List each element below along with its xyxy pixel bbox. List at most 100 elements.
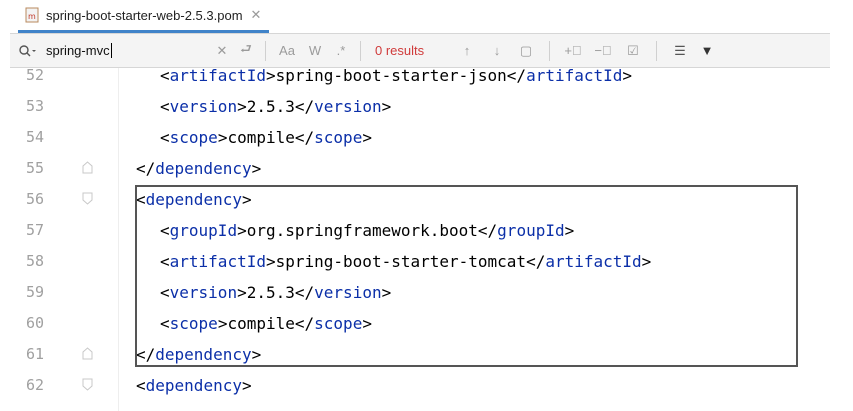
code-line[interactable]: 59 <version>2.5.3</version> (10, 277, 830, 308)
xml-text-value: spring-boot-starter-tomcat (275, 252, 527, 271)
regex-button[interactable]: .* (328, 43, 354, 58)
line-number: 58 (25, 252, 44, 270)
code-line[interactable]: 55 </dependency> (10, 153, 830, 184)
tag-bracket: > (237, 283, 247, 302)
line-number: 61 (25, 345, 44, 363)
xml-tag-name: artifactId (169, 68, 266, 85)
close-tab-icon[interactable]: ✕ (251, 8, 262, 23)
tag-bracket: > (564, 221, 575, 240)
tag-bracket: > (622, 68, 633, 85)
remove-occurrence-icon[interactable]: −⃓ (588, 43, 618, 58)
tag-bracket: </ (136, 345, 156, 364)
text-caret (110, 43, 112, 58)
tag-bracket: > (362, 128, 372, 147)
code-text: <dependency> (136, 184, 252, 215)
fold-marker-icon[interactable] (82, 347, 93, 360)
xml-tag-name: version (314, 283, 382, 302)
line-number: 55 (25, 159, 44, 177)
line-number: 53 (25, 97, 44, 115)
code-text: <dependency> (136, 370, 252, 401)
fold-marker-icon[interactable] (82, 161, 93, 174)
xml-tag-name: version (169, 97, 238, 116)
xml-tag-name: dependency (155, 159, 252, 178)
code-text: <version>2.5.3</version> (160, 91, 391, 122)
line-number: 59 (25, 283, 44, 301)
code-text: <scope>compile</scope> (160, 122, 372, 153)
code-line[interactable]: 62 <dependency> (10, 370, 830, 401)
code-line[interactable]: 58 <artifactId>spring-boot-starter-tomcat… (10, 246, 830, 277)
tag-bracket: > (381, 97, 392, 116)
separator (549, 40, 550, 61)
whole-words-button[interactable]: W (302, 43, 328, 58)
xml-tag-name: scope (169, 128, 218, 147)
code-editor[interactable]: 52 <artifactId>spring-boot-starter-json</… (10, 68, 830, 411)
code-text: </dependency> (136, 339, 261, 370)
code-line[interactable]: 61 </dependency> (10, 339, 830, 370)
select-all-occurrences-icon[interactable]: ▢ (511, 43, 541, 59)
xml-tag-name: groupId (497, 221, 565, 240)
file-tab[interactable]: m spring-boot-starter-web-2.5.3.pom ✕ (18, 0, 270, 33)
tag-bracket: > (381, 283, 392, 302)
tag-bracket: > (217, 314, 228, 333)
xml-tag-name: artifactId (169, 252, 266, 271)
tag-bracket: </ (294, 283, 315, 302)
xml-text-value: compile (227, 314, 295, 333)
line-number: 56 (25, 190, 44, 208)
tag-bracket: < (160, 128, 170, 147)
tag-bracket: </ (294, 128, 315, 147)
code-line[interactable]: 53 <version>2.5.3</version> (10, 91, 830, 122)
xml-tag-name: dependency (145, 376, 242, 395)
code-line[interactable]: 52 <artifactId>spring-boot-starter-json</… (10, 68, 830, 91)
code-text: <groupId>org.springframework.boot</group… (160, 215, 574, 246)
tab-title: spring-boot-starter-web-2.5.3.pom (46, 7, 243, 23)
new-line-icon[interactable]: ⮐ (233, 40, 259, 62)
code-line[interactable]: 57 <groupId>org.springframework.boot</gro… (10, 215, 830, 246)
tag-bracket: < (160, 314, 170, 333)
xml-tag-name: scope (169, 314, 218, 333)
fold-marker-icon[interactable] (82, 378, 93, 391)
xml-tag-name: artifactId (545, 252, 642, 271)
previous-occurrence-icon[interactable]: ↑ (451, 43, 483, 58)
tag-bracket: > (362, 314, 372, 333)
tag-bracket: </ (477, 221, 498, 240)
code-line[interactable]: 60 <scope>compile</scope> (10, 308, 830, 339)
line-number: 57 (25, 221, 44, 239)
line-number: 52 (25, 68, 44, 84)
xml-tag-name: groupId (169, 221, 238, 240)
fold-marker-icon[interactable] (82, 192, 93, 205)
tag-bracket: > (237, 221, 247, 240)
tag-bracket: </ (294, 97, 315, 116)
separator (656, 40, 657, 61)
line-number: 60 (25, 314, 44, 332)
xml-tag-name: scope (314, 128, 363, 147)
results-count: 0 results (375, 43, 425, 58)
tag-bracket: </ (294, 314, 315, 333)
code-text: <artifactId>spring-boot-starter-json</ar… (160, 68, 632, 91)
search-query-text: spring-mvc (46, 43, 110, 58)
clear-search-icon[interactable]: ✕ (211, 43, 233, 59)
xml-text-value: 2.5.3 (246, 283, 295, 302)
xml-tag-name: dependency (155, 345, 252, 364)
tag-bracket: < (160, 221, 170, 240)
add-occurrence-icon[interactable]: +⃓ (558, 43, 588, 58)
search-input[interactable]: spring-mvc (46, 43, 211, 58)
filter-settings-icon[interactable]: ☰ (665, 43, 695, 59)
xml-text-value: spring-boot-starter-json (275, 68, 507, 85)
code-line[interactable]: 54 <scope>compile</scope> (10, 122, 830, 153)
code-text: <scope>compile</scope> (160, 308, 372, 339)
xml-tag-name: version (169, 283, 238, 302)
svg-text:m: m (28, 12, 36, 21)
match-case-button[interactable]: Aa (272, 43, 302, 58)
tag-bracket: < (160, 68, 170, 85)
xml-tag-name: version (314, 97, 382, 116)
xml-tag-name: scope (314, 314, 363, 333)
select-all-matches-icon[interactable]: ☑ (618, 43, 648, 59)
code-line[interactable]: 56 <dependency> (10, 184, 830, 215)
tag-bracket: > (251, 159, 262, 178)
search-options-icon[interactable] (18, 44, 42, 58)
tag-bracket: > (641, 252, 652, 271)
tag-bracket: </ (526, 252, 546, 271)
next-occurrence-icon[interactable]: ↓ (483, 43, 511, 58)
editor-tab-bar: m spring-boot-starter-web-2.5.3.pom ✕ (10, 0, 830, 34)
filter-icon[interactable]: ▼ (695, 43, 719, 58)
